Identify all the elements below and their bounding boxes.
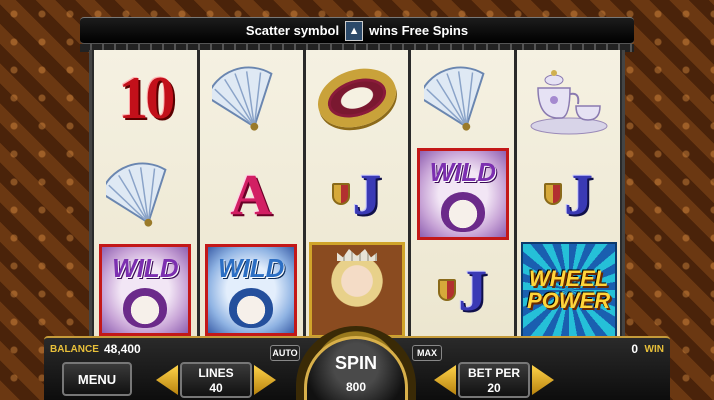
reel-1: 10 WILD <box>94 50 197 340</box>
symbol-ace: A <box>200 146 303 242</box>
banner-text-after: wins Free Spins <box>369 23 469 38</box>
lines-decrease-arrow-icon[interactable] <box>156 365 178 395</box>
shield-icon <box>332 183 351 205</box>
bet-decrease-arrow-icon[interactable] <box>434 365 456 395</box>
symbol-ten: 10 <box>94 50 197 146</box>
bet-per-label: BET PER <box>467 365 520 380</box>
wheel-power-line1: WHEEL <box>528 266 609 291</box>
symbol-jack: J <box>517 146 620 242</box>
wild-label: WILD <box>217 253 285 283</box>
ace-label: A <box>230 161 273 227</box>
ten-label: 10 <box>118 64 175 131</box>
wild-label: WILD <box>112 253 179 283</box>
symbol-fan <box>94 146 197 242</box>
symbol-jack: J <box>411 242 514 338</box>
total-bet-value: 800 <box>345 380 367 394</box>
win-label: WIN <box>644 344 664 355</box>
spin-button[interactable]: SPIN 800 <box>304 336 408 400</box>
symbol-queen <box>306 242 409 338</box>
banner-text-before: Scatter symbol <box>245 23 340 38</box>
reel-5: J WHEEL POWER <box>517 50 620 340</box>
reels-area: 10 WILD A WILD J WILD J J WHEEL POWER <box>89 50 625 340</box>
scatter-info-banner: Scatter symbol ▲ wins Free Spins <box>80 17 634 44</box>
menu-button[interactable]: MENU <box>62 362 132 396</box>
reel-3: J <box>305 50 409 340</box>
spin-label: SPIN <box>334 353 377 373</box>
win-value: 0 <box>631 342 638 356</box>
balance-value: 48,400 <box>104 342 141 356</box>
fan-icon <box>417 59 502 137</box>
symbol-jack: J <box>306 146 409 242</box>
shield-icon <box>544 183 563 205</box>
reel-4: WILD J <box>411 50 515 340</box>
lines-value: 40 <box>209 380 223 395</box>
symbol-fan <box>411 50 514 146</box>
jack-label: J <box>564 161 594 227</box>
lines-increase-arrow-icon[interactable] <box>254 365 276 395</box>
bet-increase-arrow-icon[interactable] <box>532 365 554 395</box>
control-bar: BALANCE 48,400 0 WIN MENU LINES 40 AUTO … <box>44 326 670 400</box>
symbol-wild: WILD <box>411 146 514 242</box>
ruby-ring-icon <box>310 59 404 137</box>
auto-button[interactable]: AUTO <box>270 345 300 361</box>
symbol-teaset <box>517 50 620 146</box>
wild-jester-card: WILD <box>205 244 298 336</box>
crown-icon <box>336 249 377 261</box>
bet-per-value: 20 <box>487 380 501 395</box>
jester-icon <box>440 192 485 232</box>
symbol-wild: WILD <box>94 242 197 338</box>
queen-portrait-icon <box>308 242 405 338</box>
jester-icon <box>229 288 274 328</box>
symbol-wild: WILD <box>200 242 303 338</box>
wheel-power-icon: WHEEL POWER <box>520 242 617 338</box>
reel-2: A WILD <box>199 50 303 340</box>
bet-per-box: BET PER 20 <box>458 362 530 398</box>
symbol-fan <box>200 50 303 146</box>
balance-label: BALANCE <box>50 344 99 355</box>
spin-button-ring: SPIN 800 <box>296 326 416 400</box>
symbol-ring <box>306 50 409 146</box>
wild-label: WILD <box>429 157 496 187</box>
lines-box: LINES 40 <box>180 362 252 398</box>
wild-jester-card: WILD <box>416 148 509 240</box>
shield-icon <box>438 279 457 301</box>
fan-icon <box>100 155 184 233</box>
jack-label: J <box>352 161 382 227</box>
lines-label: LINES <box>198 365 234 380</box>
teaset-icon <box>526 58 612 138</box>
symbol-wheel-power: WHEEL POWER <box>517 242 620 338</box>
wheel-power-line2: POWER <box>527 288 611 313</box>
max-bet-button[interactable]: MAX <box>412 345 442 361</box>
wild-jester-card: WILD <box>99 244 192 336</box>
fan-icon <box>206 59 290 137</box>
wolf-scatter-icon: ▲ <box>345 20 364 41</box>
jester-icon <box>123 288 168 328</box>
jack-label: J <box>458 257 488 323</box>
